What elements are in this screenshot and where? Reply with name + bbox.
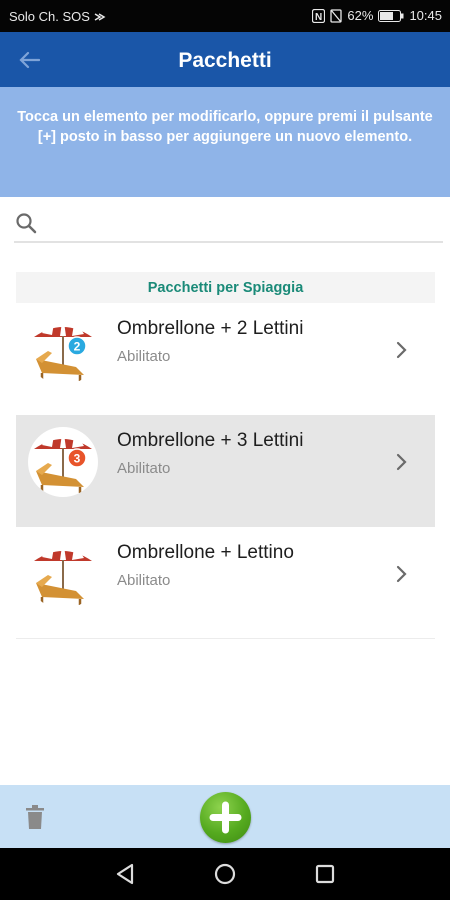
nav-back-icon[interactable]: [111, 860, 139, 888]
nav-recents-icon[interactable]: [311, 860, 339, 888]
package-title: Ombrellone + Lettino: [117, 542, 294, 563]
search-bar: [14, 205, 443, 243]
package-badge: 2: [74, 340, 81, 354]
package-title: Ombrellone + 3 Lettini: [117, 430, 304, 451]
beach-umbrella-lounger-icon: 2: [34, 322, 92, 381]
info-message: Tocca un elemento per modificarlo, oppur…: [0, 87, 450, 197]
section-header: Pacchetti per Spiaggia: [16, 272, 435, 303]
beach-umbrella-lounger-icon: 3: [34, 434, 92, 493]
status-bar: Solo Ch. SOS N 62% 10:45: [0, 0, 450, 32]
nav-home-icon[interactable]: [211, 860, 239, 888]
package-status: Abilitato: [117, 348, 171, 365]
package-row[interactable]: Ombrellone + Lettino Abilitato: [16, 527, 435, 639]
chevron-right-icon: [396, 565, 407, 583]
status-left: Solo Ch. SOS: [9, 9, 106, 24]
mute-icon: [330, 8, 343, 23]
bottom-action-bar: [0, 785, 450, 848]
app-bar: Pacchetti: [0, 32, 450, 87]
nfc-icon: N: [312, 8, 326, 23]
battery-icon: [378, 9, 404, 22]
package-row[interactable]: 2 Ombrellone + 2 Lettini Abilitato: [16, 303, 435, 415]
package-title: Ombrellone + 2 Lettini: [117, 318, 304, 339]
status-right: N 62% 10:45: [312, 8, 442, 23]
search-input[interactable]: [46, 207, 443, 239]
package-status: Abilitato: [117, 572, 171, 589]
list-divider: [16, 638, 435, 639]
package-badge: 3: [74, 452, 81, 466]
battery-percent: 62%: [347, 8, 374, 23]
chevron-right-icon: [396, 453, 407, 471]
trash-icon[interactable]: [24, 804, 46, 830]
package-row[interactable]: 3 Ombrellone + 3 Lettini Abilitato: [16, 415, 435, 527]
search-icon[interactable]: [14, 211, 38, 235]
beach-umbrella-lounger-icon: [34, 546, 92, 605]
svg-text:N: N: [315, 12, 322, 23]
carrier-label: Solo Ch. SOS: [9, 9, 90, 24]
chevron-right-icon: [396, 341, 407, 359]
package-status: Abilitato: [117, 460, 171, 477]
system-nav-bar: [0, 848, 450, 900]
add-button[interactable]: [200, 792, 251, 843]
plus-icon: [209, 801, 242, 834]
page-title: Pacchetti: [178, 49, 272, 72]
clock-time: 10:45: [409, 8, 442, 23]
signal-arrow-icon: [94, 12, 106, 21]
